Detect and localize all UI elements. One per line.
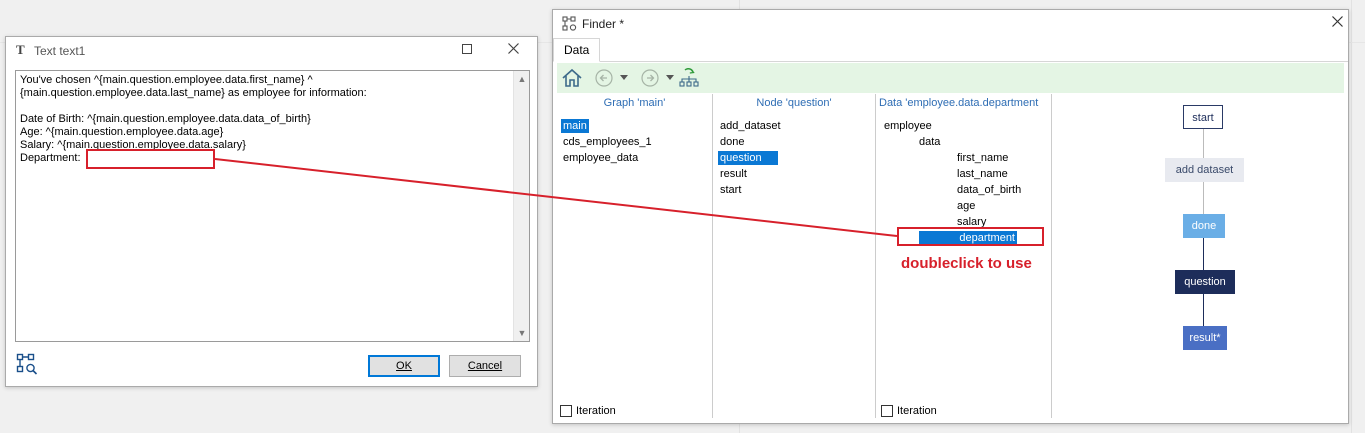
graph-item-cds-employees-1[interactable]: cds_employees_1 [561, 135, 654, 149]
graph-node-start[interactable]: start [1183, 105, 1223, 129]
back-history-chevron-down-icon[interactable] [620, 75, 628, 80]
graph-edge [1203, 129, 1204, 158]
maximize-icon[interactable] [455, 40, 479, 58]
ok-button[interactable]: OK [368, 355, 440, 377]
forward-icon[interactable] [641, 69, 659, 87]
forward-history-chevron-down-icon[interactable] [666, 75, 674, 80]
finder-tabbar: Data [553, 38, 1348, 62]
graph-iteration-checkbox[interactable]: Iteration [560, 405, 616, 417]
editor-line: Date of Birth: ^{main.question.employee.… [20, 113, 311, 125]
text-dialog-titlebar[interactable]: T Text text1 [6, 37, 537, 63]
data-item-data[interactable]: data [917, 135, 942, 149]
node-item-result[interactable]: result [718, 167, 749, 181]
graph-layout-icon[interactable] [678, 68, 700, 87]
node-column-title: Node 'question' [756, 97, 832, 109]
annotation-label: doubleclick to use [901, 255, 1032, 272]
data-field-age[interactable]: age [955, 199, 977, 213]
close-icon[interactable] [1325, 13, 1349, 31]
graph-preview: start add dataset done question result* [1052, 94, 1346, 418]
scroll-up-icon[interactable]: ▲ [514, 71, 530, 87]
node-column: Node 'question' add_dataset done questio… [713, 94, 875, 418]
cancel-button[interactable]: Cancel [449, 355, 521, 377]
text-editor[interactable]: You've chosen ^{main.question.employee.d… [15, 70, 530, 342]
graph-node-result[interactable]: result* [1183, 326, 1227, 350]
finder-title: Finder * [582, 17, 625, 31]
editor-line: {main.question.employee.data.last_name} … [20, 87, 367, 99]
data-item-employee[interactable]: employee [882, 119, 934, 133]
graph-edge [1203, 294, 1204, 326]
graph-node-done[interactable]: done [1183, 214, 1225, 238]
data-field-data-of-birth[interactable]: data_of_birth [955, 183, 1023, 197]
graph-node-add-dataset[interactable]: add dataset [1165, 158, 1244, 182]
home-icon[interactable] [561, 67, 583, 87]
node-item-done[interactable]: done [718, 135, 746, 149]
text-dialog-title: Text text1 [34, 44, 86, 58]
graph-column-title: Graph 'main' [603, 97, 666, 109]
editor-scrollbar[interactable]: ▲ ▼ [513, 71, 529, 341]
finder-app-icon [562, 16, 578, 36]
graph-item-employee-data[interactable]: employee_data [561, 151, 640, 165]
graph-edge [1203, 238, 1204, 270]
finder-window: Finder * Data Graph 'main' main cds_empl… [552, 9, 1349, 424]
graph-edge [1203, 182, 1204, 214]
text-dialog: T Text text1 You've chosen ^{main.questi… [5, 36, 538, 387]
annotation-source-box [897, 227, 1044, 246]
finder-titlebar[interactable]: Finder * [553, 10, 1348, 36]
data-iteration-checkbox[interactable]: Iteration [881, 405, 937, 417]
graph-column: Graph 'main' main cds_employees_1 employ… [557, 94, 712, 418]
iteration-label: Iteration [897, 405, 937, 417]
data-field-last-name[interactable]: last_name [955, 167, 1010, 181]
checkbox[interactable] [881, 405, 893, 417]
checkbox[interactable] [560, 405, 572, 417]
graph-node-question[interactable]: question [1175, 270, 1235, 294]
finder-open-icon[interactable] [16, 353, 38, 378]
tab-data[interactable]: Data [553, 38, 601, 62]
text-type-icon: T [16, 42, 25, 57]
graph-item-main[interactable]: main [561, 119, 589, 133]
editor-line: You've chosen ^{main.question.employee.d… [20, 74, 313, 86]
data-column-title: Data 'employee.data.department [879, 97, 1039, 109]
node-item-question[interactable]: question [718, 151, 778, 165]
iteration-label: Iteration [576, 405, 616, 417]
close-icon[interactable] [501, 40, 525, 58]
finder-toolbar [557, 63, 1344, 93]
node-item-add-dataset[interactable]: add_dataset [718, 119, 783, 133]
annotation-target-box [86, 149, 215, 169]
scroll-down-icon[interactable]: ▼ [514, 325, 530, 341]
back-icon[interactable] [595, 69, 613, 87]
editor-line: Age: ^{main.question.employee.data.age} [20, 126, 224, 138]
node-item-start[interactable]: start [718, 183, 743, 197]
data-field-first-name[interactable]: first_name [955, 151, 1010, 165]
